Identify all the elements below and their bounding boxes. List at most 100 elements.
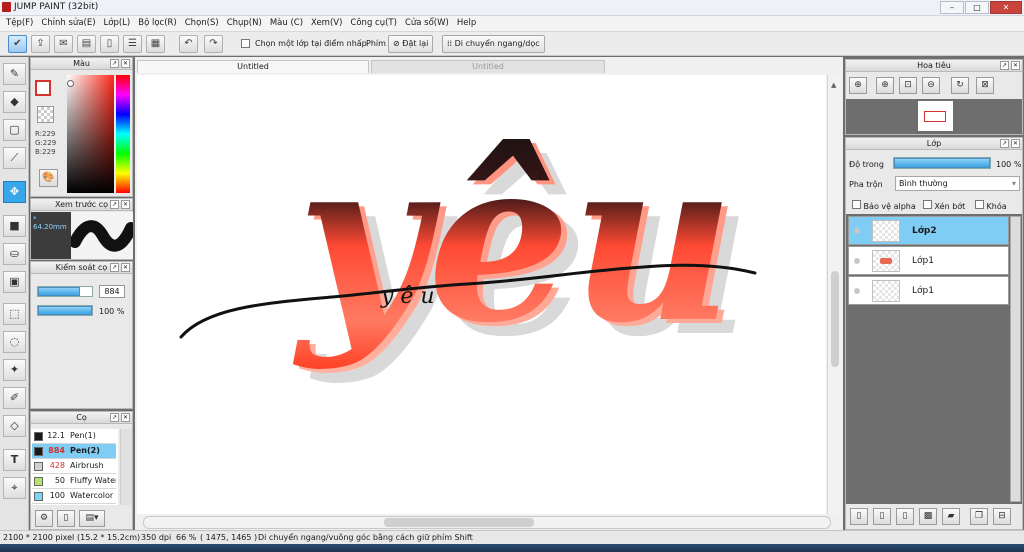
panel-close-icon[interactable]: ✕ bbox=[121, 59, 130, 68]
select-pen-icon[interactable]: ✐ bbox=[3, 387, 26, 409]
auto-select-icon[interactable]: ✔ bbox=[8, 35, 27, 53]
brush-item[interactable]: 50 Fluffy Water bbox=[32, 474, 116, 489]
minimize-button[interactable]: – bbox=[940, 1, 964, 14]
protect-alpha-toggle[interactable]: Bảo vệ alpha bbox=[852, 200, 916, 211]
document-icon[interactable]: ▯ bbox=[100, 35, 119, 53]
menu-view[interactable]: Xem(V) bbox=[309, 16, 348, 31]
operation-tool-icon[interactable]: ⌖ bbox=[3, 477, 26, 499]
select-layer-checkbox[interactable] bbox=[241, 39, 250, 51]
reset-button[interactable]: ⊘ Đặt lại bbox=[388, 35, 434, 53]
layer-scrollbar[interactable] bbox=[1010, 216, 1021, 502]
flip-icon[interactable]: ⊠ bbox=[976, 77, 994, 94]
brush-item[interactable]: 12.1 Pen(1) bbox=[32, 429, 116, 444]
vertical-scrollbar[interactable]: ▲ bbox=[827, 75, 841, 514]
popout-icon[interactable]: ↗ bbox=[110, 263, 119, 272]
popout-icon[interactable]: ↗ bbox=[1000, 139, 1009, 148]
popout-icon[interactable]: ↗ bbox=[110, 413, 119, 422]
menu-layer[interactable]: Lớp(L) bbox=[102, 16, 137, 31]
tab-untitled-1[interactable]: Untitled bbox=[137, 60, 369, 73]
palette-icon[interactable]: 🎨 bbox=[39, 169, 58, 187]
panel-close-icon[interactable]: ✕ bbox=[1011, 139, 1020, 148]
panel-close-icon[interactable]: ✕ bbox=[1011, 61, 1020, 70]
zoom-out-icon[interactable]: ⊖ bbox=[922, 77, 940, 94]
move-tool-icon[interactable]: ✥ bbox=[3, 181, 26, 203]
new-brush-icon[interactable]: ▯ bbox=[57, 510, 75, 527]
brush-menu-icon[interactable]: ▤▾ bbox=[79, 510, 105, 527]
panel-close-icon[interactable]: ✕ bbox=[121, 200, 130, 209]
export-icon[interactable]: ⇪ bbox=[31, 35, 50, 53]
gradient-tool-icon[interactable]: ▣ bbox=[3, 271, 26, 293]
popout-icon[interactable]: ↗ bbox=[1000, 61, 1009, 70]
zoom-in-icon[interactable]: ⊕ bbox=[849, 77, 867, 94]
navigator-view[interactable] bbox=[846, 99, 1022, 134]
magic-wand-icon[interactable]: ✦ bbox=[3, 359, 26, 381]
lasso-tool-icon[interactable]: ◌ bbox=[3, 331, 26, 353]
brush-opacity-slider[interactable] bbox=[37, 305, 93, 316]
menu-tools[interactable]: Công cụ(T) bbox=[348, 16, 403, 31]
maximize-button[interactable]: □ bbox=[965, 1, 989, 14]
popout-icon[interactable]: ↗ bbox=[110, 59, 119, 68]
vertical-scroll-thumb[interactable] bbox=[831, 271, 839, 367]
new-layer-1bit-icon[interactable]: ▯ bbox=[873, 508, 891, 525]
menu-help[interactable]: Help bbox=[455, 16, 482, 31]
brush-list-scrollbar[interactable] bbox=[120, 429, 132, 505]
bucket-tool-icon[interactable]: ⛀ bbox=[3, 243, 26, 265]
duplicate-layer-icon[interactable]: ❐ bbox=[970, 508, 988, 525]
transparent-swatch[interactable] bbox=[37, 106, 54, 123]
rotate-icon[interactable]: ↻ bbox=[951, 77, 969, 94]
menu-filter[interactable]: Bộ lọc(R) bbox=[136, 16, 183, 31]
clip-toggle[interactable]: Xén bớt bbox=[923, 200, 965, 211]
brush-tool-icon[interactable]: ✎ bbox=[3, 63, 26, 85]
horizontal-scrollbar[interactable] bbox=[143, 516, 831, 529]
select-eraser-icon[interactable]: ◇ bbox=[3, 415, 26, 437]
layer-row[interactable]: Lớp2 bbox=[848, 216, 1009, 245]
line-tool-icon[interactable]: ⟋ bbox=[3, 147, 26, 169]
menu-edit[interactable]: Chỉnh sửa(E) bbox=[39, 16, 101, 31]
canvas-sheet[interactable]: yêu yêu yêu y ê u bbox=[137, 75, 826, 514]
new-layer-icon[interactable]: ▯ bbox=[850, 508, 868, 525]
visibility-icon[interactable] bbox=[854, 258, 860, 264]
panel-close-icon[interactable]: ✕ bbox=[121, 263, 130, 272]
list-icon[interactable]: ☰ bbox=[123, 35, 142, 53]
horizontal-scroll-thumb[interactable] bbox=[384, 518, 534, 527]
popout-icon[interactable]: ↗ bbox=[110, 200, 119, 209]
menu-select[interactable]: Chọn(S) bbox=[183, 16, 225, 31]
close-button[interactable]: ✕ bbox=[990, 1, 1022, 14]
eraser-tool-icon[interactable]: ◆ bbox=[3, 91, 26, 113]
new-layer-8bit-icon[interactable]: ▯ bbox=[896, 508, 914, 525]
zoom-plus-icon[interactable]: ⊕ bbox=[876, 77, 894, 94]
layer-opacity-slider[interactable] bbox=[893, 157, 991, 169]
message-icon[interactable]: ▤ bbox=[77, 35, 96, 53]
select-rect-icon[interactable]: ⬚ bbox=[3, 303, 26, 325]
navigator-viewport[interactable] bbox=[924, 111, 946, 122]
new-screentone-icon[interactable]: ▩ bbox=[919, 508, 937, 525]
undo-icon[interactable]: ↶ bbox=[179, 35, 198, 53]
tab-untitled-2[interactable]: Untitled bbox=[371, 60, 605, 73]
panel-close-icon[interactable]: ✕ bbox=[121, 413, 130, 422]
fit-icon[interactable]: ⊡ bbox=[899, 77, 917, 94]
merge-layer-icon[interactable]: ⊟ bbox=[993, 508, 1011, 525]
menu-file[interactable]: Tệp(F) bbox=[4, 16, 39, 31]
grid-icon[interactable]: ▦ bbox=[146, 35, 165, 53]
scroll-up-icon[interactable]: ▲ bbox=[831, 81, 839, 91]
brush-item[interactable]: 100 Watercolor bbox=[32, 489, 116, 504]
hue-slider[interactable] bbox=[116, 75, 130, 193]
brush-item[interactable]: 428 Airbrush bbox=[32, 459, 116, 474]
brush-size-slider[interactable] bbox=[37, 286, 93, 297]
visibility-icon[interactable] bbox=[854, 288, 860, 294]
redo-icon[interactable]: ↷ bbox=[204, 35, 223, 53]
picker-cursor[interactable] bbox=[67, 80, 74, 87]
brush-size-field[interactable]: 884 bbox=[99, 285, 125, 298]
lock-toggle[interactable]: Khóa bbox=[975, 200, 1007, 211]
move-button[interactable]: ⁞⁞ Di chuyển ngang/dọc bbox=[442, 35, 545, 53]
new-folder-icon[interactable]: ▰ bbox=[942, 508, 960, 525]
text-tool-icon[interactable]: T bbox=[3, 449, 26, 471]
fill-rect-tool-icon[interactable]: ■ bbox=[3, 215, 26, 237]
comment-icon[interactable]: ✉ bbox=[54, 35, 73, 53]
menu-color[interactable]: Màu (C) bbox=[268, 16, 309, 31]
blend-mode-select[interactable]: Bình thường ▾ bbox=[895, 176, 1020, 191]
menu-snap[interactable]: Chụp(N) bbox=[225, 16, 268, 31]
layer-row[interactable]: Lớp1 bbox=[848, 276, 1009, 305]
layer-row[interactable]: Lớp1 bbox=[848, 246, 1009, 275]
rectangle-tool-icon[interactable]: ▢ bbox=[3, 119, 26, 141]
